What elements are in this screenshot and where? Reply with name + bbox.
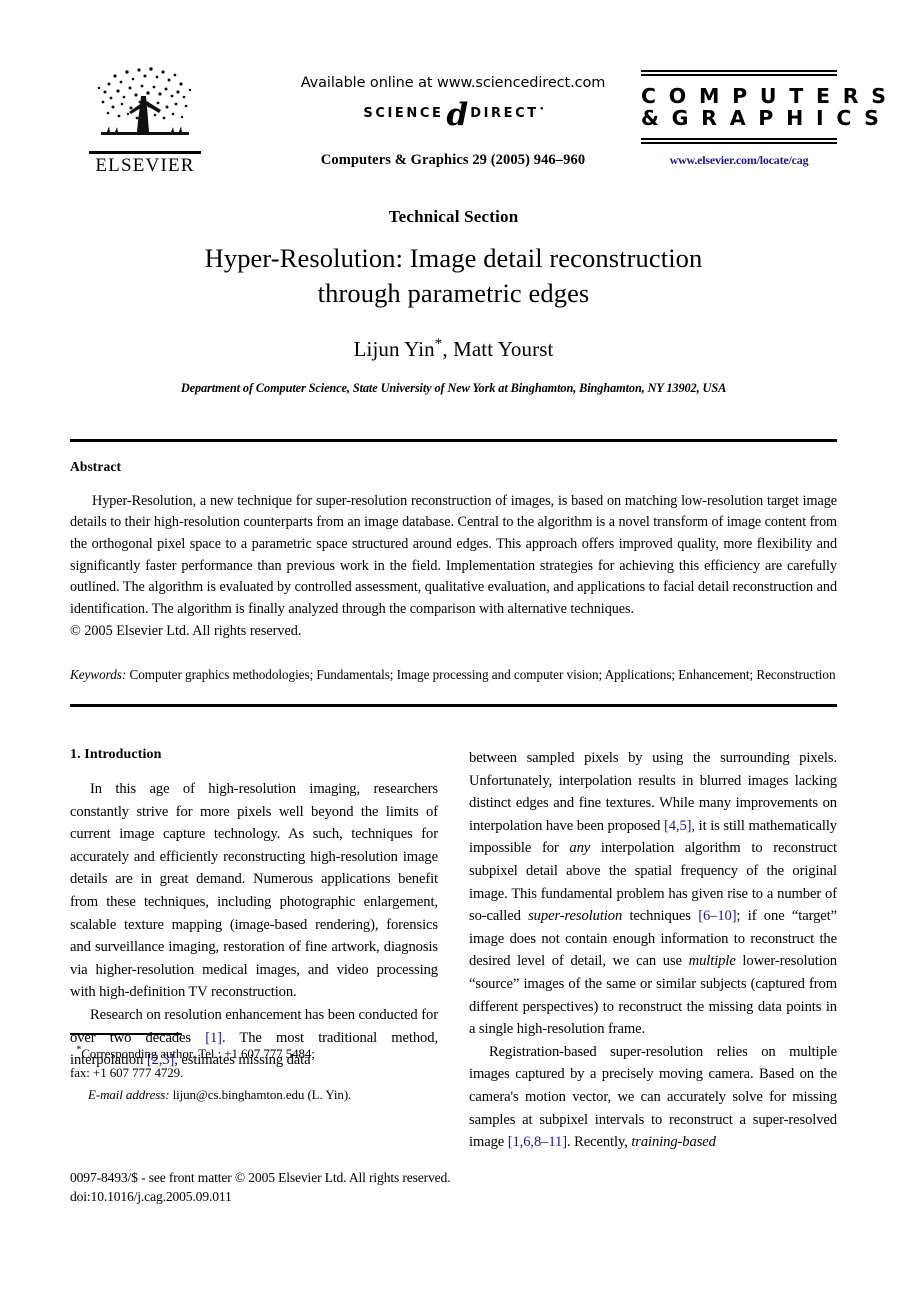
elsevier-divider: [89, 151, 201, 154]
section-label: Technical Section: [388, 207, 519, 226]
sciencedirect-at-icon: d: [446, 97, 469, 133]
available-online-text: Available online at www.sciencedirect.co…: [300, 75, 606, 91]
abstract-text: Hyper-Resolution, a new technique for su…: [70, 492, 837, 618]
abstract-heading: Abstract: [70, 458, 122, 474]
right-column: between sampled pixels by using the surr…: [469, 747, 837, 1150]
emphasis-any: any: [569, 840, 591, 857]
footnote-line-1: Corresponding author. Tel.: +1 607 777 5…: [81, 1045, 315, 1061]
right-paragraph-1: between sampled pixels by using the surr…: [469, 747, 837, 1041]
intro-paragraph-1: In this age of high-resolution imaging, …: [70, 780, 438, 1001]
emphasis-training-based: training-based: [631, 1134, 716, 1151]
email-label: E-mail address:: [88, 1087, 170, 1103]
abstract-bottom-rule: [70, 704, 837, 707]
rp2-text-b: . Recently,: [566, 1134, 632, 1151]
journal-url-link[interactable]: www.elsevier.com/locate/cag: [641, 153, 837, 168]
abstract-top-rule: [70, 438, 837, 442]
keywords-label: Keywords:: [70, 666, 127, 682]
corresponding-author-note: *Corresponding author. Tel.: +1 607 777 …: [70, 1044, 453, 1084]
rp1-text-d: techniques: [622, 908, 699, 925]
left-column: 1. Introduction In this age of high-reso…: [70, 747, 438, 1107]
affiliation: Department of Computer Science, State Un…: [180, 380, 727, 395]
keywords: Keywords: Computer graphics methodologie…: [70, 665, 837, 685]
page-title: Hyper-Resolution: Image detail reconstru…: [70, 241, 837, 311]
journal-logo-bottom-rule: [641, 138, 837, 145]
email-note: E-mail address: lijun@cs.binghamton.edu …: [70, 1085, 453, 1105]
section-heading-introduction: 1. Introduction: [70, 746, 162, 762]
email-value[interactable]: lijun@cs.binghamton.edu (L. Yin).: [169, 1087, 352, 1102]
sciencedirect-block: Available online at www.sciencedirect.co…: [248, 75, 658, 169]
title-line-2: through parametric edges: [317, 277, 590, 308]
body-columns: 1. Introduction In this age of high-reso…: [70, 747, 837, 1150]
doi-line[interactable]: doi:10.1016/j.cag.2005.09.011: [70, 1187, 450, 1206]
elsevier-logo: ELSEVIER: [86, 62, 204, 176]
journal-logo: C O M P U T E R S & G R A P H I C S www.…: [641, 70, 886, 168]
title-line-1: Hyper-Resolution: Image detail reconstru…: [204, 243, 703, 273]
emphasis-super-resolution: super-resolution: [528, 908, 623, 925]
elsevier-wordmark: ELSEVIER: [95, 154, 195, 176]
author-secondary: , Matt Yourst: [442, 336, 554, 361]
paper-page: ELSEVIER Available online at www.science…: [0, 62, 907, 1300]
abstract-copyright: © 2005 Elsevier Ltd. All rights reserved…: [70, 622, 302, 639]
page-footer: 0097-8493/$ - see front matter © 2005 El…: [70, 1168, 451, 1207]
footnote-line-2: fax: +1 607 777 4729.: [70, 1065, 184, 1081]
registered-mark-icon: •: [539, 103, 544, 116]
footnote-divider: [70, 1032, 182, 1035]
citation-ref-4-5[interactable]: [4,5]: [664, 818, 692, 834]
author-primary: Lijun Yin: [353, 336, 435, 361]
journal-citation: Computers & Graphics 29 (2005) 946–960: [320, 151, 586, 168]
journal-logo-line2: & G R A P H I C S: [641, 105, 882, 130]
author-list: Lijun Yin*, Matt Yourst: [70, 336, 837, 362]
masthead: ELSEVIER Available online at www.science…: [70, 62, 886, 197]
sciencedirect-word-science: SCIENCE: [363, 105, 444, 121]
sciencedirect-word-direct: DIRECT: [470, 105, 539, 121]
citation-ref-6-10[interactable]: [6–10]: [698, 908, 736, 924]
keywords-values: Computer graphics methodologies; Fundame…: [126, 666, 836, 682]
citation-ref-1-6-8-11[interactable]: [1,6,8–11]: [508, 1134, 567, 1150]
sciencedirect-logo: SCIENCE d DIRECT •: [248, 97, 658, 133]
right-paragraph-2: Registration-based super-resolution reli…: [469, 1041, 837, 1154]
emphasis-multiple: multiple: [688, 953, 736, 970]
footnote-block: *Corresponding author. Tel.: +1 607 777 …: [70, 1032, 453, 1105]
elsevier-tree-icon: [97, 67, 192, 135]
issn-copyright-line: 0097-8493/$ - see front matter © 2005 El…: [70, 1170, 451, 1185]
